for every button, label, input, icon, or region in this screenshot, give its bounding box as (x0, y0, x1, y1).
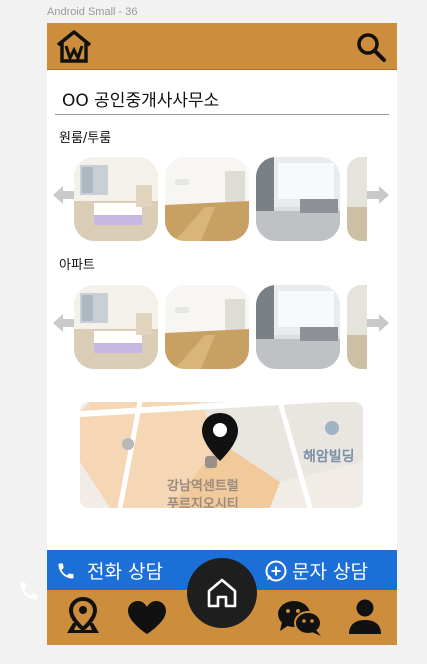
divider (55, 114, 389, 115)
top-app-bar (47, 23, 397, 70)
user-icon[interactable] (347, 598, 383, 636)
listing-thumbnail-partial[interactable] (347, 285, 367, 369)
map-label-center-line1: 강남역센트럴 (167, 479, 239, 494)
search-icon[interactable] (355, 31, 387, 63)
location-map[interactable]: 해암빌딩 강남역센트럴 푸르지오시티 (80, 402, 363, 508)
arrow-right-icon[interactable] (365, 312, 391, 334)
phone-consult-button[interactable]: 전화 상담 (87, 557, 163, 584)
message-add-icon[interactable] (264, 559, 288, 583)
section-title-apartment: 아파트 (59, 258, 95, 273)
map-pin-marker-icon[interactable] (200, 411, 240, 463)
listing-thumbnail-bedroom[interactable] (74, 157, 158, 241)
home-icon (207, 578, 237, 608)
frame-label: Android Small - 36 (47, 6, 138, 18)
building-icon (325, 421, 339, 435)
listing-thumbnail-wood-floor[interactable] (165, 285, 249, 369)
house-logo-icon[interactable] (54, 28, 94, 64)
listing-thumbnail-partial[interactable] (347, 157, 367, 241)
heart-icon[interactable] (126, 600, 168, 636)
listing-thumbnail-wood-floor[interactable] (165, 157, 249, 241)
listing-thumbnail-sofa[interactable] (256, 157, 340, 241)
poi-icon (122, 438, 134, 450)
map-pin-icon[interactable] (65, 597, 101, 635)
phone-outline-icon (20, 582, 38, 600)
chat-icon[interactable] (276, 598, 324, 638)
home-button[interactable] (187, 558, 257, 628)
office-name: OO 공인중개사사무소 (62, 91, 220, 111)
sms-consult-button[interactable]: 문자 상담 (292, 557, 368, 584)
listing-thumbnail-bedroom[interactable] (74, 285, 158, 369)
arrow-right-icon[interactable] (365, 184, 391, 206)
listing-thumbnail-sofa[interactable] (256, 285, 340, 369)
section-title-oneroom: 원룸/투룸 (59, 131, 112, 146)
phone-icon[interactable] (56, 561, 76, 581)
map-label-center-line2: 푸르지오시티 (167, 497, 239, 508)
phone-screen: OO 공인중개사사무소 원룸/투룸 아파트 해암빌딩 강남역센트럴 푸르지오시티… (47, 23, 397, 645)
map-label-building: 해암빌딩 (303, 449, 355, 465)
